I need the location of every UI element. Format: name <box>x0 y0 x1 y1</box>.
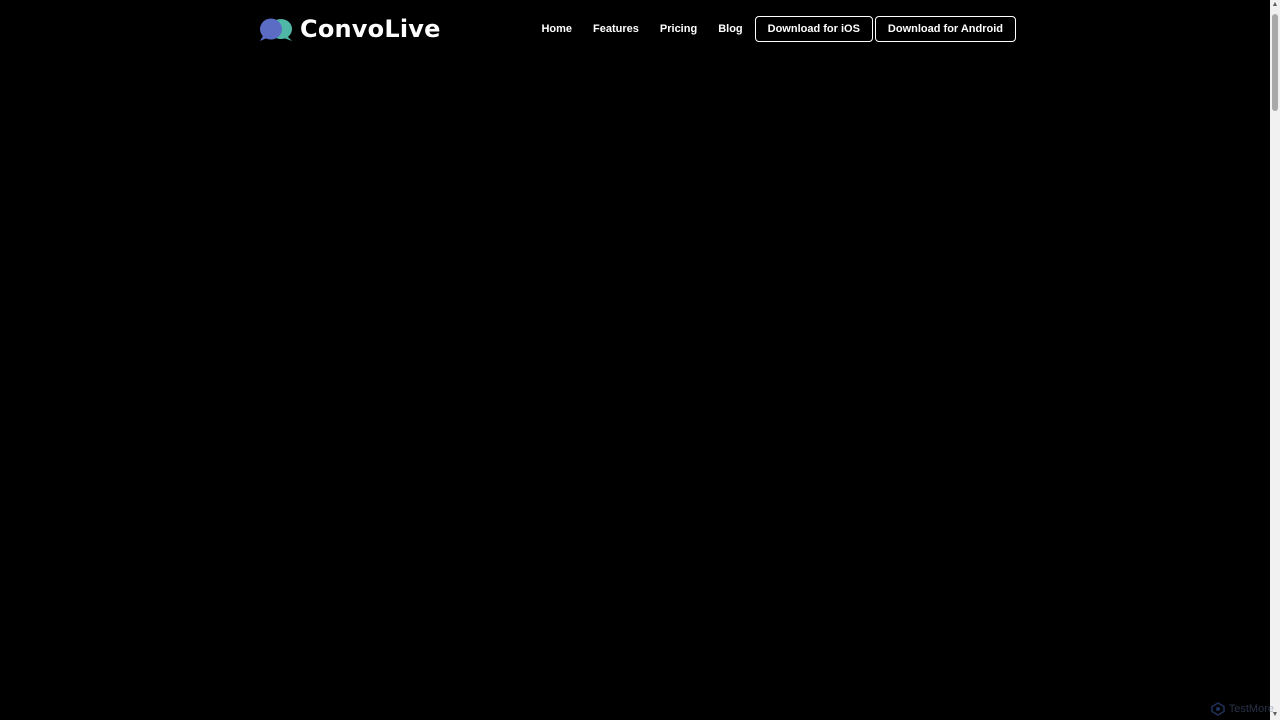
top-navbar: ConvoLive Home Features Pricing Blog Dow… <box>259 14 1016 44</box>
scrollbar-thumb[interactable] <box>1272 14 1278 111</box>
watermark-text: TestMore <box>1228 703 1274 715</box>
watermark-logo-icon <box>1211 702 1225 716</box>
brand-name: ConvoLive <box>300 15 441 43</box>
nav-links: Home Features Pricing Blog Download for … <box>541 16 1016 42</box>
scroll-up-arrow-icon[interactable]: ▲ <box>1271 1 1279 9</box>
nav-link-features[interactable]: Features <box>593 23 639 35</box>
page: ConvoLive Home Features Pricing Blog Dow… <box>0 0 1280 720</box>
vertical-scrollbar[interactable]: ▲ ▼ <box>1270 0 1280 720</box>
nav-link-pricing[interactable]: Pricing <box>660 23 697 35</box>
nav-link-blog[interactable]: Blog <box>718 23 742 35</box>
brand-home-link[interactable]: ConvoLive <box>259 15 441 43</box>
download-ios-button[interactable]: Download for iOS <box>754 16 873 42</box>
chat-bubbles-icon <box>260 18 292 41</box>
nav-link-home[interactable]: Home <box>541 23 572 35</box>
watermark: TestMore <box>1211 702 1274 716</box>
download-android-button[interactable]: Download for Android <box>874 16 1016 42</box>
